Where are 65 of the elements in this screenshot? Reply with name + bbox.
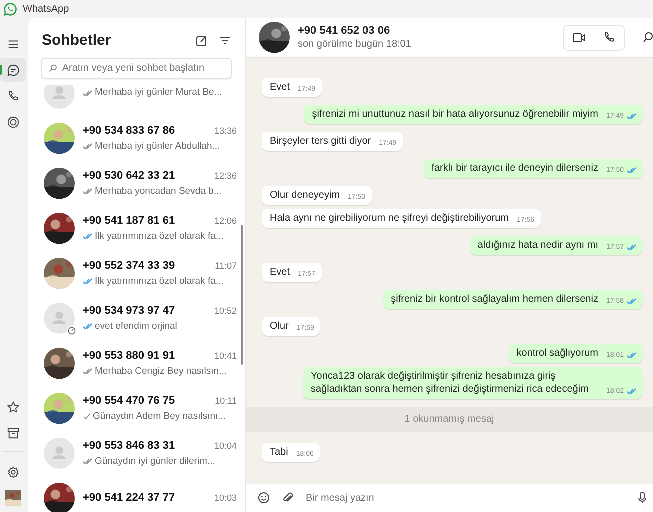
chat-list-item[interactable]: +90 552 374 33 39 11:07 İlk yatırımınıza özel olarak fa...: [28, 251, 245, 296]
archive-icon: [6, 426, 20, 440]
menu-icon: [6, 38, 20, 50]
chat-time: 12:06: [214, 215, 237, 228]
paperclip-icon[interactable]: [282, 492, 294, 504]
chat-time: 10:03: [214, 492, 237, 506]
status-ring-icon: [6, 116, 20, 128]
message-preview: İlk yatırımınıza özel olarak fa...: [95, 230, 224, 244]
chat-list-item[interactable]: Merhaba iyi günler Murat Be...: [28, 85, 245, 116]
chat-list-item[interactable]: +90 534 973 97 47 10:52 evet efendim orjinal: [28, 296, 245, 341]
message-preview: Merhaba yoncadan Sevda b...: [95, 184, 222, 199]
contact-name: +90 541 224 37 77: [83, 491, 176, 506]
search-icon[interactable]: [643, 32, 653, 43]
default-avatar-icon: [44, 303, 75, 334]
chat-time: 10:11: [215, 395, 237, 408]
contact-name: +90 553 880 91 91: [83, 349, 176, 364]
chat-time: 10:41: [214, 350, 237, 364]
chat-time: 10:04: [214, 440, 237, 454]
chat-bubble-icon: [6, 64, 20, 76]
chat-list-item[interactable]: +90 534 833 67 86 13:36 Merhaba iyi günler Abdullah...: [28, 116, 245, 161]
message-composer[interactable]: Bir mesaj yazın: [246, 484, 653, 512]
chat-list-item[interactable]: +90 530 642 33 21 12:36 Merhaba yoncadan Sevda b...: [28, 161, 245, 206]
message-preview: Merhaba iyi günler Abdullah...: [95, 140, 220, 154]
contact-name: +90 530 642 33 21: [83, 169, 176, 184]
contact-name: +90 553 846 83 31: [83, 439, 176, 454]
phone-icon: [6, 90, 20, 102]
chat-list-item[interactable]: +90 553 880 91 91 10:41 Merhaba Cengiz Bey nasılsın...: [28, 341, 245, 386]
message-preview: Günaydın Adem Bey nasılsını...: [93, 410, 226, 424]
star-icon: [6, 400, 20, 414]
whatsapp-logo-icon: [4, 2, 17, 16]
default-avatar-icon: [44, 85, 75, 109]
emoji-icon[interactable]: [258, 492, 270, 504]
contact-name: +90 541 652 03 06: [298, 24, 392, 38]
chat-list-item[interactable]: +90 553 846 83 31 10:04 Günaydın iyi günler dilerim...: [28, 431, 245, 476]
phone-icon: [604, 32, 614, 43]
chats-heading: Sohbetler: [42, 32, 112, 50]
chat-time: 11:07: [215, 260, 237, 274]
message-preview: Merhaba iyi günler Murat Be...: [95, 86, 222, 100]
window-title: WhatsApp: [23, 2, 70, 16]
message-preview: Günaydın iyi günler dilerim...: [95, 454, 216, 469]
message-preview: İlk yatırımınıza özel olarak fa...: [95, 274, 224, 289]
contact-name: +90 552 374 33 39: [83, 259, 176, 274]
filter-icon[interactable]: [219, 35, 231, 47]
default-avatar-icon: [44, 438, 75, 469]
microphone-icon[interactable]: [638, 492, 647, 504]
contact-name: +90 554 470 76 75: [83, 394, 176, 410]
search-field[interactable]: Aratın veya yeni sohbet başlatın: [41, 58, 232, 79]
chat-bubble-button[interactable]: [0, 58, 26, 82]
contact-name: +90 534 833 67 86: [83, 124, 176, 140]
last-seen-text: son görülme bugün 18:01: [298, 38, 412, 50]
chat-time: 13:36: [214, 125, 237, 138]
chat-time: 12:36: [214, 170, 237, 184]
contact-name: +90 534 973 97 47: [83, 304, 176, 320]
gear-icon: [6, 466, 20, 478]
message-preview: evet efendim orjinal: [95, 320, 178, 334]
search-icon: [49, 64, 58, 73]
new-chat-icon[interactable]: [196, 35, 208, 47]
chat-time: 10:52: [214, 305, 237, 318]
message-preview: Merhaba Cengiz Bey nasılsın...: [95, 364, 228, 379]
chat-list-item[interactable]: +90 554 470 76 75 10:11 Günaydın Adem Bey nasılsını...: [28, 386, 245, 431]
contact-name: +90 541 187 81 61: [83, 214, 176, 230]
video-camera-icon: [572, 32, 586, 42]
chat-list-item[interactable]: +90 541 187 81 61 12:06 İlk yatırımınıza özel olarak fa...: [28, 206, 245, 251]
message-input[interactable]: Bir mesaj yazın: [306, 490, 626, 506]
chat-list-item[interactable]: +90 541 224 37 77 10:03: [28, 476, 245, 512]
